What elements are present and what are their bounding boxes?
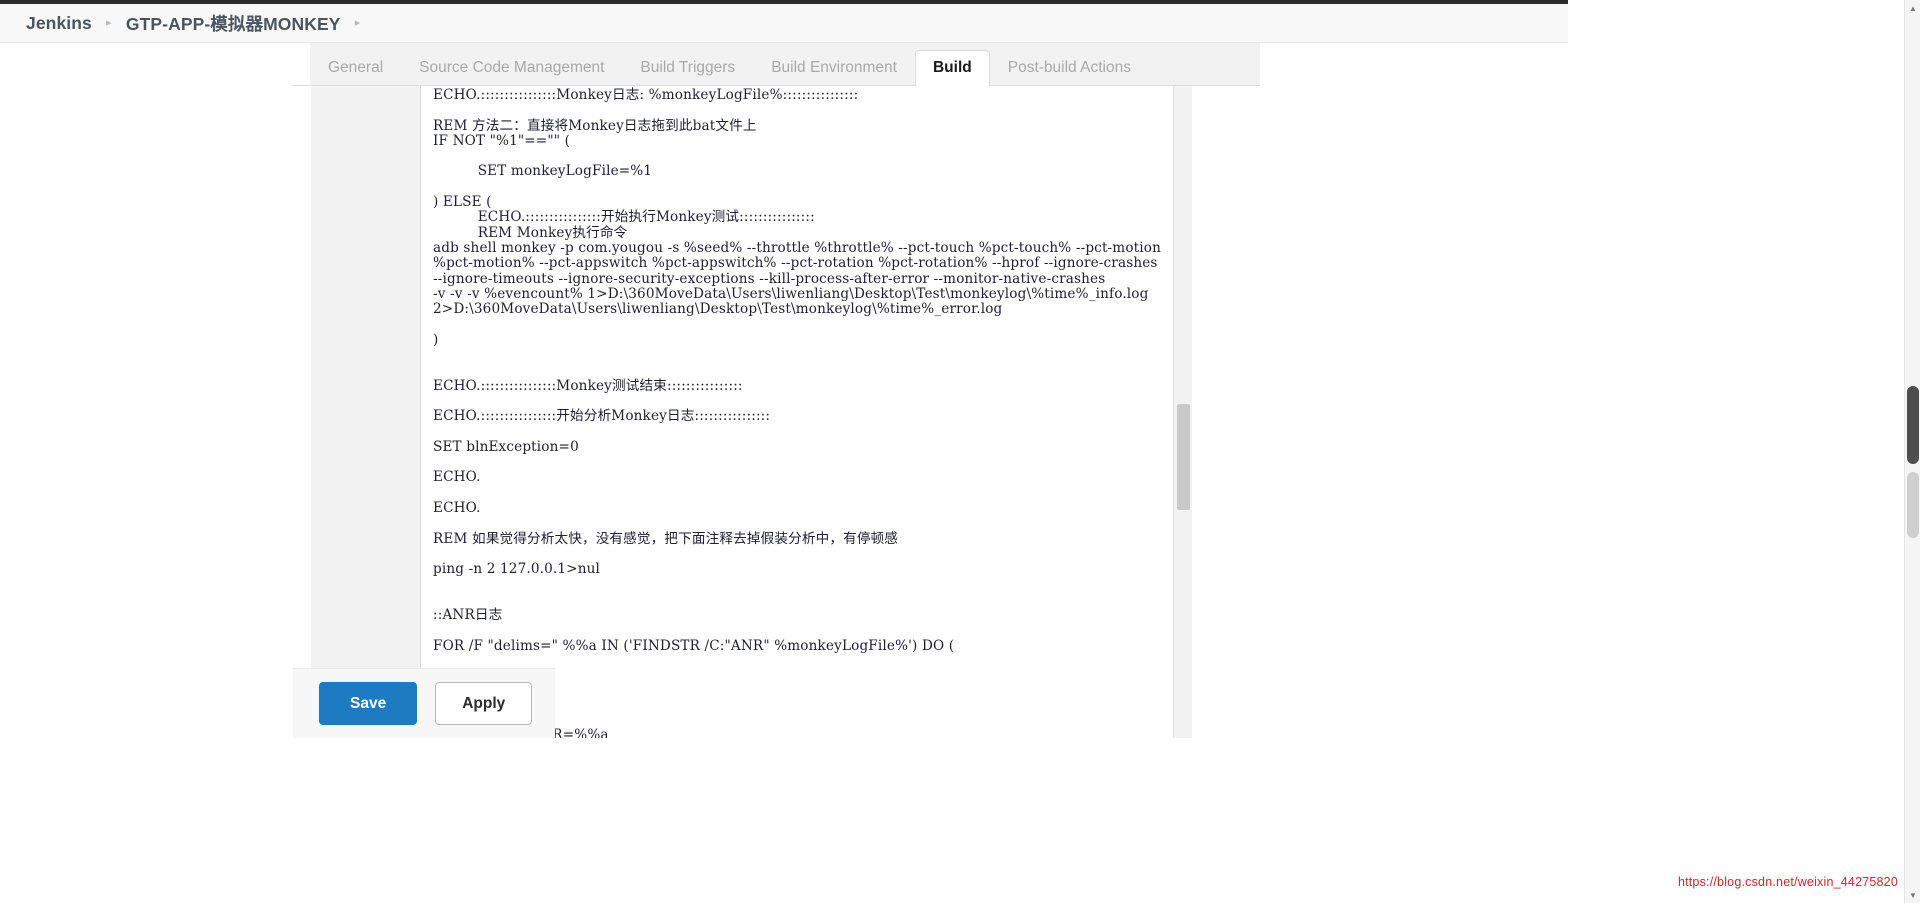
editor-gutter	[311, 86, 421, 738]
save-button[interactable]: Save	[319, 681, 418, 726]
scroll-down-icon[interactable]: ▼	[1905, 887, 1920, 903]
jenkins-job-config-page: Jenkins ▸ GTP-APP-模拟器MONKEY ▸ General So…	[0, 0, 1920, 903]
editor-scrollbar[interactable]	[1173, 86, 1192, 738]
tab-list: General Source Code Management Build Tri…	[310, 43, 1149, 87]
tab-build-triggers[interactable]: Build Triggers	[622, 59, 753, 87]
tab-source-code-management[interactable]: Source Code Management	[401, 59, 622, 87]
breadcrumb-separator-icon: ▸	[106, 16, 112, 29]
config-tabbar: General Source Code Management Build Tri…	[293, 43, 1260, 87]
scroll-up-icon[interactable]: ▲	[1905, 0, 1920, 16]
breadcrumb: Jenkins ▸ GTP-APP-模拟器MONKEY ▸	[0, 4, 1568, 43]
tab-post-build-actions[interactable]: Post-build Actions	[990, 59, 1149, 87]
browser-scrollbar-thumb[interactable]	[1907, 386, 1919, 464]
build-script-editor[interactable]: ECHO.::::::::::::::::Monkey日志: %monkeyLo…	[311, 86, 1192, 738]
editor-scrollbar-thumb[interactable]	[1177, 404, 1190, 510]
build-script-content[interactable]: ECHO.::::::::::::::::Monkey日志: %monkeyLo…	[421, 86, 1161, 654]
editor-code-area[interactable]: ECHO.::::::::::::::::Monkey日志: %monkeyLo…	[421, 86, 1192, 738]
breadcrumb-item-job[interactable]: GTP-APP-模拟器MONKEY	[126, 11, 341, 36]
watermark-url: https://blog.csdn.net/weixin_44275820	[1677, 875, 1898, 889]
tab-build-environment[interactable]: Build Environment	[753, 59, 915, 87]
apply-button[interactable]: Apply	[435, 681, 533, 726]
breadcrumb-separator-icon-2[interactable]: ▸	[341, 17, 375, 29]
tabbar-left-spacer	[293, 43, 310, 86]
breadcrumb-item-jenkins[interactable]: Jenkins	[26, 13, 92, 34]
script-left-rail	[293, 86, 311, 738]
left-margin	[0, 43, 293, 738]
tab-build[interactable]: Build	[914, 49, 990, 87]
script-right-rail	[1192, 86, 1260, 738]
browser-scrollbar-thumb-secondary[interactable]	[1907, 472, 1919, 538]
tab-general[interactable]: General	[310, 59, 401, 87]
form-action-bar: Save Apply	[293, 668, 555, 738]
browser-scrollbar[interactable]: ▲ ▼	[1904, 0, 1920, 903]
